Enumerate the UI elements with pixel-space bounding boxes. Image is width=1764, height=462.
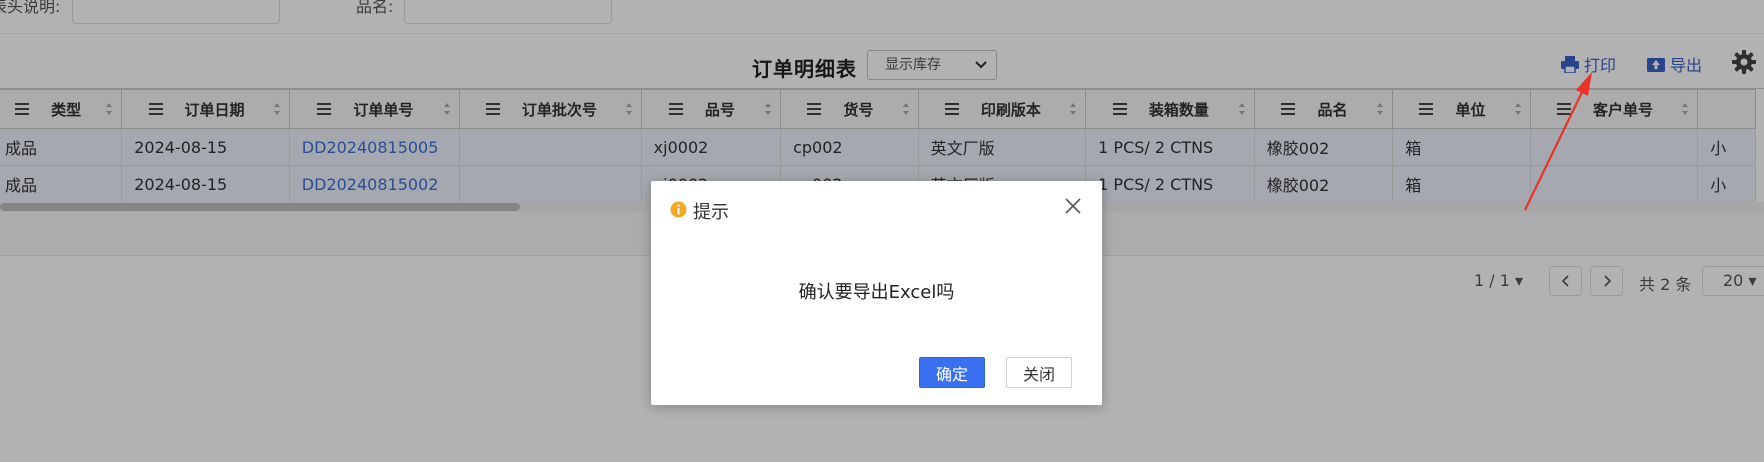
close-button[interactable]: 关闭 [1006, 357, 1072, 388]
close-icon[interactable] [1064, 197, 1082, 215]
info-icon [670, 201, 687, 218]
dialog-message: 确认要导出Excel吗 [798, 282, 955, 303]
dialog-title: 提示 [693, 202, 729, 223]
red-arrow-annotation [1524, 72, 1592, 211]
confirm-button[interactable]: 确定 [919, 357, 985, 388]
confirm-dialog: 提示 确认要导出Excel吗 确定 关闭 [651, 181, 1102, 405]
